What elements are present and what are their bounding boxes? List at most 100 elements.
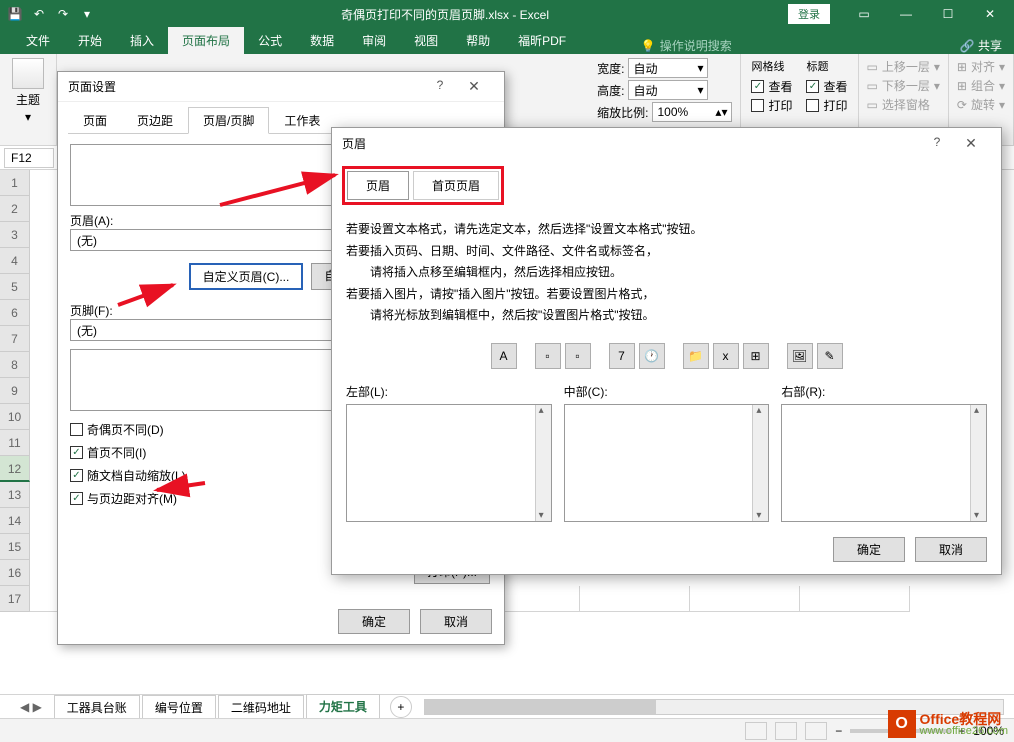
page-number-icon[interactable]: ▫ [535,343,561,369]
help-icon[interactable]: ? [430,78,450,95]
format-picture-icon[interactable]: ✎ [817,343,843,369]
center-section-label: 中部(C): [564,383,770,400]
normal-view-icon[interactable] [745,722,767,740]
qat-customize-icon[interactable]: ▾ [76,3,98,25]
row-header[interactable]: 13 [0,482,30,508]
scale-height-select[interactable]: 自动▾ [628,80,708,100]
file-path-icon[interactable]: 📁 [683,343,709,369]
minimize-icon[interactable]: — [886,0,926,28]
header-tabs-highlight: 页眉 首页页眉 [342,166,504,205]
sheet-nav[interactable]: ◀ ▶ [20,700,52,714]
maximize-icon[interactable]: ☐ [928,0,968,28]
center-section-input[interactable] [564,404,770,522]
scale-width-select[interactable]: 自动▾ [628,58,708,78]
row-header[interactable]: 4 [0,248,30,274]
scale-ratio-label: 缩放比例: [597,104,648,121]
tab-sheet[interactable]: 工作表 [269,107,335,134]
row-header[interactable]: 10 [0,404,30,430]
cell[interactable] [580,586,690,612]
scale-ratio-select[interactable]: 100%▴▾ [652,102,732,122]
custom-header-button[interactable]: 自定义页眉(C)... [189,263,304,290]
gridlines-view-checkbox[interactable]: ✓查看 [751,78,792,95]
headings-print-checkbox[interactable]: 打印 [806,97,847,114]
headings-view-checkbox[interactable]: ✓查看 [806,78,847,95]
sheet-tab[interactable]: 编号位置 [142,695,216,719]
row-header[interactable]: 3 [0,222,30,248]
align-button[interactable]: ⊞ 对齐 ▾ [957,58,1005,75]
scrollbar[interactable] [752,405,768,521]
tab-header[interactable]: 页眉 [347,171,409,200]
tab-help[interactable]: 帮助 [452,27,504,54]
close-icon[interactable]: ✕ [951,135,991,152]
row-header[interactable]: 17 [0,586,30,612]
tab-first-page-header[interactable]: 首页页眉 [413,171,499,200]
sheet-tab[interactable]: 力矩工具 [306,694,380,720]
left-section-input[interactable] [346,404,552,522]
save-icon[interactable]: 💾 [4,3,26,25]
row-header[interactable]: 2 [0,196,30,222]
row-header[interactable]: 11 [0,430,30,456]
add-sheet-button[interactable]: + [390,696,412,718]
close-icon[interactable]: ✕ [454,78,494,95]
row-header[interactable]: 9 [0,378,30,404]
page-break-view-icon[interactable] [805,722,827,740]
ok-button[interactable]: 确定 [338,609,410,634]
page-layout-view-icon[interactable] [775,722,797,740]
dialog-title: 页面设置 [68,78,116,95]
tab-home[interactable]: 开始 [64,27,116,54]
header-dialog: 页眉 ? ✕ 页眉 首页页眉 若要设置文本格式，请先选定文本，然后选择"设置文本… [331,127,1002,575]
share-button[interactable]: 🔗 共享 [960,37,1002,54]
login-button[interactable]: 登录 [788,4,830,24]
cancel-button[interactable]: 取消 [915,537,987,562]
tab-insert[interactable]: 插入 [116,27,168,54]
tab-formulas[interactable]: 公式 [244,27,296,54]
scrollbar[interactable] [535,405,551,521]
scrollbar[interactable] [970,405,986,521]
tab-page-layout[interactable]: 页面布局 [168,27,244,54]
undo-icon[interactable]: ↶ [28,3,50,25]
instructions-text: 若要设置文本格式，请先选定文本，然后选择"设置文本格式"按钮。 若要插入页码、日… [332,205,1001,335]
tell-me-search[interactable]: 💡 操作说明搜索 [641,37,732,54]
file-name-icon[interactable]: x [713,343,739,369]
tab-header-footer[interactable]: 页眉/页脚 [188,107,269,134]
themes-button[interactable]: 主题 ▾ [6,58,50,124]
cell[interactable] [690,586,800,612]
insert-picture-icon[interactable]: 🖼 [787,343,813,369]
row-header[interactable]: 6 [0,300,30,326]
ok-button[interactable]: 确定 [833,537,905,562]
sheet-tab[interactable]: 工器具台账 [54,695,140,719]
time-icon[interactable]: 🕐 [639,343,665,369]
rotate-button: ⟳ 旋转 ▾ [957,96,1005,113]
cell[interactable] [800,586,910,612]
help-icon[interactable]: ? [927,135,947,152]
tab-margins[interactable]: 页边距 [122,107,188,134]
gridlines-print-checkbox[interactable]: 打印 [751,97,792,114]
tab-foxit[interactable]: 福昕PDF [504,27,580,54]
zoom-out-icon[interactable]: − [835,724,842,738]
row-header[interactable]: 8 [0,352,30,378]
ribbon-tabs: 文件 开始 插入 页面布局 公式 数据 审阅 视图 帮助 福昕PDF 💡 操作说… [0,28,1014,54]
ribbon-options-icon[interactable]: ▭ [844,0,884,28]
page-count-icon[interactable]: ▫ [565,343,591,369]
row-header[interactable]: 16 [0,560,30,586]
tab-file[interactable]: 文件 [12,27,64,54]
row-header[interactable]: 7 [0,326,30,352]
name-box[interactable]: F12 [4,148,54,168]
tab-view[interactable]: 视图 [400,27,452,54]
date-icon[interactable]: 7 [609,343,635,369]
tab-page[interactable]: 页面 [68,107,122,134]
row-header[interactable]: 14 [0,508,30,534]
redo-icon[interactable]: ↷ [52,3,74,25]
sheet-tab[interactable]: 二维码地址 [218,695,304,719]
close-icon[interactable]: ✕ [970,0,1010,28]
cancel-button[interactable]: 取消 [420,609,492,634]
row-header[interactable]: 12 [0,456,30,482]
row-header[interactable]: 5 [0,274,30,300]
row-header[interactable]: 15 [0,534,30,560]
tab-data[interactable]: 数据 [296,27,348,54]
tab-review[interactable]: 审阅 [348,27,400,54]
sheet-name-icon[interactable]: ⊞ [743,343,769,369]
format-text-icon[interactable]: A [491,343,517,369]
right-section-input[interactable] [781,404,987,522]
row-header[interactable]: 1 [0,170,30,196]
